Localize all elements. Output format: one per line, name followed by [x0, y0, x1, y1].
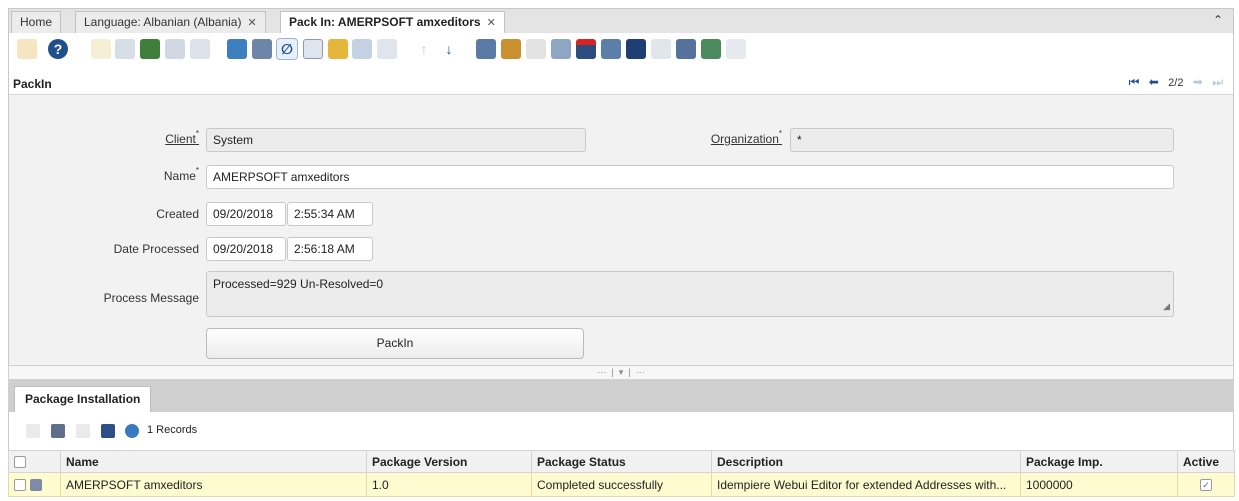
- tab-label: Home: [20, 15, 53, 29]
- save-icon[interactable]: [165, 39, 185, 59]
- zoom-across-icon[interactable]: [377, 39, 397, 59]
- created-label: Created: [156, 207, 199, 221]
- description-cell[interactable]: Idempiere Webui Editor for extended Addr…: [711, 472, 1021, 497]
- column-header[interactable]: Name: [60, 450, 367, 473]
- export-icon[interactable]: [676, 39, 696, 59]
- save-icon[interactable]: [101, 424, 115, 438]
- version-cell[interactable]: 1.0: [366, 472, 532, 497]
- tab-label: Language: Albanian (Albania): [84, 15, 242, 29]
- tab-language[interactable]: Language: Albanian (Albania) ✕: [75, 11, 266, 34]
- help-icon[interactable]: ?: [48, 39, 68, 59]
- record-position: 2/2: [1168, 77, 1184, 89]
- close-icon[interactable]: ✕: [247, 17, 256, 29]
- client-field[interactable]: System: [206, 128, 586, 152]
- record-navigation: ⏮ ⬅ 2/2 ➡ ⏭: [1123, 75, 1223, 90]
- refresh-icon[interactable]: [227, 39, 247, 59]
- client-label[interactable]: Client*: [165, 129, 199, 146]
- table-row[interactable]: AMERPSOFT amxeditors 1.0 Completed succe…: [8, 472, 1235, 497]
- process-message-text: Processed=929 Un-Resolved=0: [213, 277, 384, 291]
- column-header[interactable]: Package Imp.: [1020, 450, 1178, 473]
- active-workflows-icon[interactable]: [551, 39, 571, 59]
- name-label-text: Name: [163, 169, 196, 183]
- process-message-label: Process Message: [103, 291, 199, 305]
- processed-date-field[interactable]: 09/20/2018: [206, 237, 286, 261]
- row-checkbox[interactable]: [14, 479, 26, 492]
- undo-icon[interactable]: [17, 39, 37, 59]
- print-icon[interactable]: [526, 39, 546, 59]
- edit-record-icon[interactable]: [51, 424, 65, 438]
- organization-label[interactable]: Organization*: [710, 129, 782, 146]
- resize-handle-icon[interactable]: ◢: [1163, 298, 1170, 314]
- product-info-icon[interactable]: [601, 39, 621, 59]
- organization-label-text: Organization: [710, 132, 779, 146]
- delete-icon[interactable]: [76, 424, 90, 438]
- chat-icon[interactable]: [303, 39, 323, 59]
- column-header[interactable]: Package Version: [366, 450, 532, 473]
- delete-record-icon[interactable]: [140, 39, 160, 59]
- row-select-cell[interactable]: [8, 472, 61, 497]
- name-cell[interactable]: AMERPSOFT amxeditors: [60, 472, 367, 497]
- new-record-icon[interactable]: [91, 39, 111, 59]
- packin-button[interactable]: PackIn: [206, 328, 584, 359]
- next-arrow-icon[interactable]: ➡: [1193, 75, 1203, 89]
- tab-label: Pack In: AMERPSOFT amxeditors: [289, 15, 481, 29]
- window-title: PackIn: [13, 77, 52, 91]
- package-imp-cell[interactable]: 1000000: [1020, 472, 1178, 497]
- edit-row-icon[interactable]: [30, 479, 42, 492]
- requests-icon[interactable]: [576, 39, 596, 59]
- name-field[interactable]: AMERPSOFT amxeditors: [206, 165, 1174, 189]
- tab-pack-in[interactable]: Pack In: AMERPSOFT amxeditors ✕: [280, 11, 505, 35]
- tab-package-installation[interactable]: Package Installation: [14, 386, 152, 412]
- new-icon[interactable]: [26, 424, 40, 438]
- select-all-checkbox[interactable]: [14, 456, 26, 469]
- organization-field[interactable]: *: [790, 128, 1174, 152]
- attachment-icon[interactable]: ∅: [276, 38, 298, 60]
- column-header[interactable]: Active: [1177, 450, 1235, 473]
- form-panel: Client* System Organization* * Name* AME…: [8, 95, 1234, 365]
- post-icon[interactable]: [726, 39, 746, 59]
- client-label-text: Client: [165, 132, 196, 146]
- name-label: Name*: [163, 166, 199, 183]
- main-toolbar: ? ∅ ↑ ↓: [8, 33, 1234, 71]
- archive-icon[interactable]: [328, 39, 348, 59]
- detail-tabbar: Package Installation: [8, 380, 1234, 412]
- panel-splitter[interactable]: ··· | ▾ | ···: [8, 365, 1234, 380]
- report-icon[interactable]: [476, 39, 496, 59]
- created-date-field[interactable]: 09/20/2018: [206, 202, 286, 226]
- tab-home[interactable]: Home: [11, 11, 62, 34]
- process-icon[interactable]: [651, 39, 671, 59]
- detail-toolbar: 1 Records: [8, 412, 1234, 450]
- select-all-header[interactable]: [8, 450, 61, 473]
- package-installation-grid: Name Package Version Package Status Desc…: [8, 450, 1235, 497]
- date-processed-label: Date Processed: [113, 242, 199, 256]
- process-message-field[interactable]: Processed=929 Un-Resolved=0 ◢: [206, 271, 1174, 317]
- save-and-new-icon[interactable]: [190, 39, 210, 59]
- window-header: PackIn ⏮ ⬅ 2/2 ➡ ⏭: [8, 71, 1234, 95]
- first-record-icon[interactable]: ⏮: [1129, 75, 1140, 89]
- window-tabbar: Home Language: Albanian (Albania) ✕ Pack …: [8, 8, 1234, 35]
- archived-docs-icon[interactable]: [501, 39, 521, 59]
- customize-icon[interactable]: [626, 39, 646, 59]
- close-icon[interactable]: ✕: [487, 17, 496, 29]
- copy-record-icon[interactable]: [115, 39, 135, 59]
- created-time-field[interactable]: 2:55:34 AM: [287, 202, 373, 226]
- import-icon[interactable]: [701, 39, 721, 59]
- grid-header-row: Name Package Version Package Status Desc…: [8, 450, 1235, 473]
- process-gear-icon[interactable]: [125, 424, 139, 438]
- column-header[interactable]: Package Status: [531, 450, 712, 473]
- column-header[interactable]: Description: [711, 450, 1021, 473]
- find-icon[interactable]: [252, 39, 272, 59]
- active-cell[interactable]: ✓: [1177, 472, 1235, 497]
- record-count: 1 Records: [147, 424, 198, 436]
- processed-time-field[interactable]: 2:56:18 AM: [287, 237, 373, 261]
- previous-record-icon[interactable]: ↑: [414, 39, 434, 59]
- status-cell[interactable]: Completed successfully: [531, 472, 712, 497]
- chevron-up-double-icon[interactable]: ⌃: [1213, 13, 1223, 27]
- grid-toggle-icon[interactable]: [352, 39, 372, 59]
- previous-arrow-icon[interactable]: ⬅: [1149, 75, 1159, 89]
- active-checkbox[interactable]: ✓: [1200, 479, 1212, 492]
- last-record-icon[interactable]: ⏭: [1212, 75, 1223, 89]
- next-record-icon[interactable]: ↓: [439, 39, 459, 59]
